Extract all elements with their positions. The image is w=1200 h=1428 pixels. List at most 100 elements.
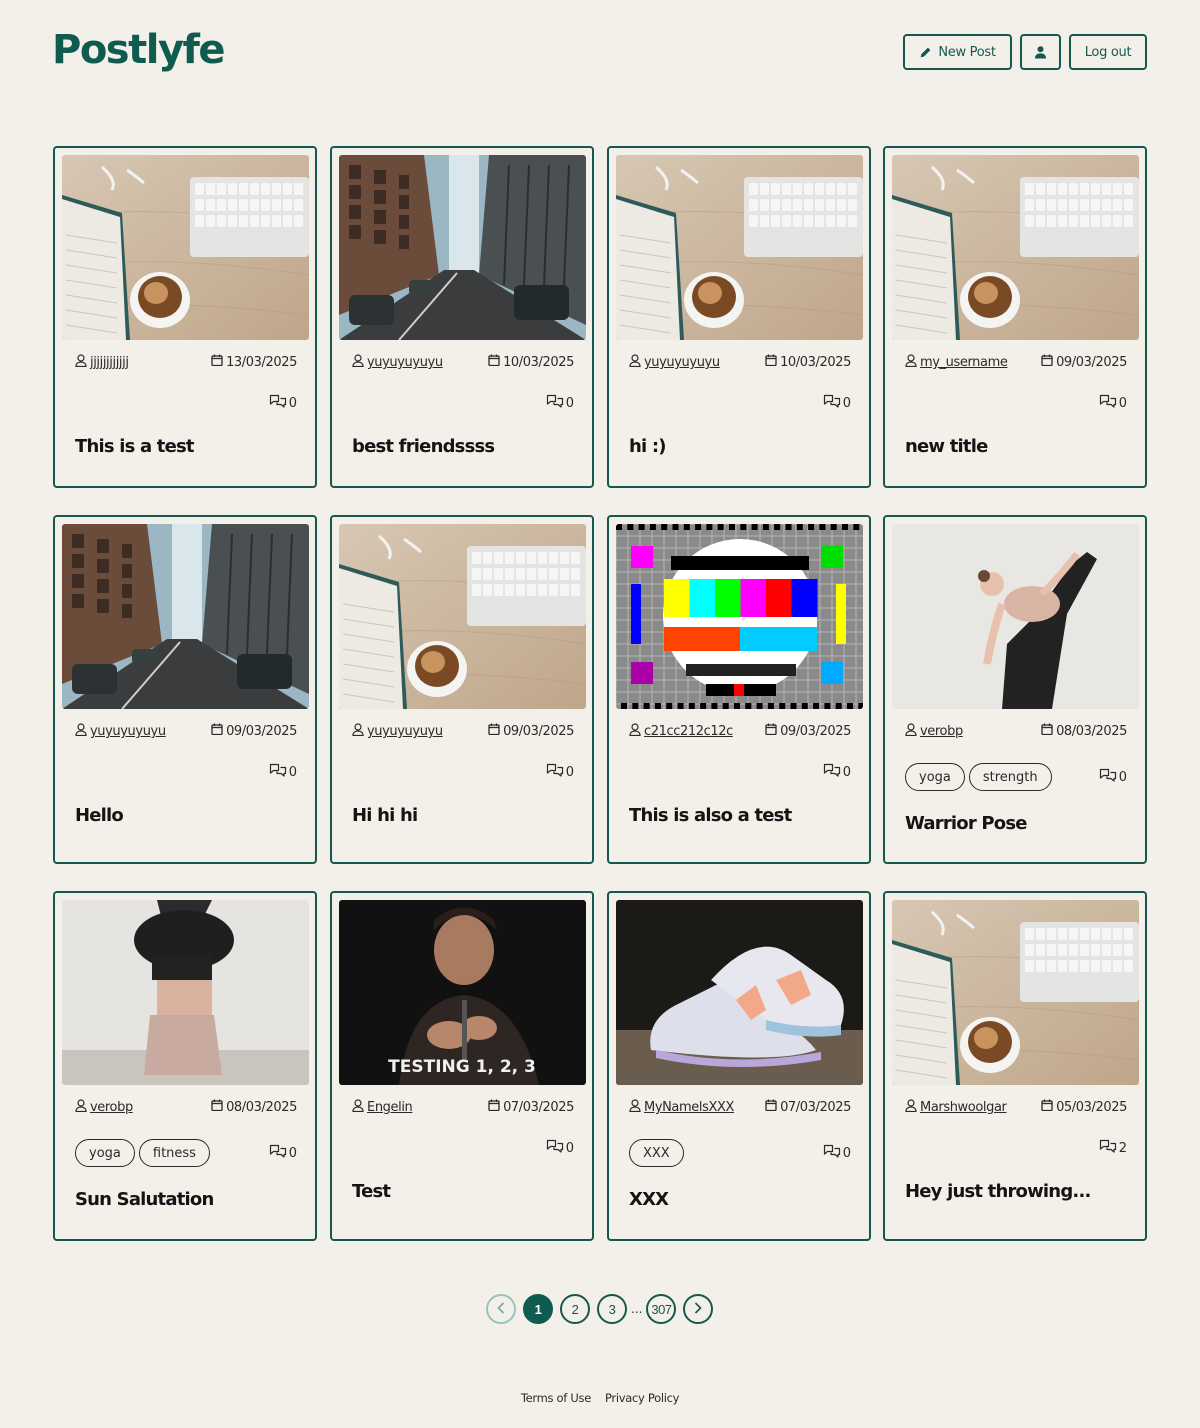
post-card[interactable]: my_username 09/03/2025 0 new title [883,146,1147,488]
post-author[interactable]: yuyuyuyuyu [75,723,166,740]
tag-chip[interactable]: fitness [138,1139,210,1167]
post-title[interactable]: Hey just throwing... [905,1181,1091,1202]
post-card[interactable]: MyNamelsXXX 07/03/2025 XXX 0 XXX [607,891,871,1241]
post-image[interactable] [616,900,863,1085]
post-card[interactable]: verobp 08/03/2025 yoga fitness 0 Sun Salu… [53,891,317,1241]
post-image[interactable] [62,900,309,1085]
post-title[interactable]: new title [905,436,988,457]
next-page-button[interactable] [683,1294,714,1324]
comment-count-text: 2 [1118,1140,1127,1156]
post-author[interactable]: verobp [905,723,963,740]
post-title[interactable]: This is also a test [629,805,792,826]
logout-button[interactable]: Log out [1069,34,1147,70]
post-image[interactable]: TESTING 1, 2, 3 [339,900,586,1085]
page-button[interactable]: 2 [560,1294,590,1324]
new-post-button[interactable]: New Post [903,34,1012,70]
post-meta: Marshwoolgar 05/03/2025 [905,1099,1127,1117]
user-icon [352,354,364,371]
post-image[interactable] [616,155,863,340]
post-title[interactable]: Hello [75,805,124,826]
post-tags-row: 2 [905,1139,1127,1167]
author-name[interactable]: verobp [90,1100,133,1115]
page-button[interactable]: 1 [523,1294,553,1324]
post-tags-row: 0 [352,763,574,791]
tag-chip[interactable]: strength [968,763,1052,791]
post-author[interactable]: jjjjjjjjjjjj [75,354,129,371]
author-name[interactable]: Engelin [367,1100,413,1115]
post-author[interactable]: Engelin [352,1099,413,1116]
post-image[interactable] [62,524,309,709]
author-name[interactable]: MyNamelsXXX [644,1100,734,1115]
tag-chip[interactable]: yoga [905,763,965,791]
author-name[interactable]: my_username [920,355,1008,370]
post-author[interactable]: verobp [75,1099,133,1116]
post-author[interactable]: MyNamelsXXX [629,1099,734,1116]
post-card[interactable]: Marshwoolgar 05/03/2025 2 Hey just throw… [883,891,1147,1241]
author-name[interactable]: yuyuyuyuyu [367,355,443,370]
post-title[interactable]: hi :) [629,436,666,457]
post-tags-row: 0 [629,763,851,791]
tag-list: XXX [629,1139,684,1167]
post-card[interactable]: yuyuyuyuyu 09/03/2025 0 Hello [53,515,317,864]
post-tags-row: 0 [352,1139,574,1167]
post-title[interactable]: best friendssss [352,436,495,457]
post-title[interactable]: Warrior Pose [905,813,1027,834]
post-title[interactable]: Test [352,1181,391,1202]
post-image[interactable] [892,900,1139,1085]
comment-count: 0 [269,763,297,781]
author-name[interactable]: yuyuyuyuyu [367,724,443,739]
tag-chip[interactable]: XXX [629,1139,684,1167]
post-author[interactable]: yuyuyuyuyu [352,723,443,740]
post-author[interactable]: my_username [905,354,1008,371]
post-card[interactable]: jjjjjjjjjjjj 13/03/2025 0 This is a test [53,146,317,488]
post-image[interactable] [62,155,309,340]
post-image[interactable] [892,524,1139,709]
comment-count-text: 0 [288,395,297,411]
post-image[interactable] [339,524,586,709]
post-author[interactable]: yuyuyuyuyu [352,354,443,371]
user-icon [905,354,917,371]
post-author[interactable]: Marshwoolgar [905,1099,1007,1116]
post-title[interactable]: Sun Salutation [75,1189,214,1210]
post-title[interactable]: This is a test [75,436,195,457]
post-title[interactable]: Hi hi hi [352,805,418,826]
post-author[interactable]: yuyuyuyuyu [629,354,720,371]
post-card[interactable]: yuyuyuyuyu 10/03/2025 0 hi :) [607,146,871,488]
post-card[interactable]: c21cc212c12c 09/03/2025 0 This is also a… [607,515,871,864]
privacy-link[interactable]: Privacy Policy [605,1391,679,1405]
site-logo[interactable]: Postlyfe [52,26,226,74]
post-card[interactable]: yuyuyuyuyu 10/03/2025 0 best friendssss [330,146,594,488]
author-name[interactable]: Marshwoolgar [920,1100,1007,1115]
author-name[interactable]: yuyuyuyuyu [644,355,720,370]
comments-icon [1099,394,1117,412]
pagination-ellipsis: ... [631,1302,643,1316]
date-text: 09/03/2025 [226,723,297,739]
post-card[interactable]: verobp 08/03/2025 yoga strength 0 Warrior… [883,515,1147,864]
comment-count: 0 [823,394,851,412]
post-tags-row: 0 [75,763,297,791]
tag-chip[interactable]: yoga [75,1139,135,1167]
pagination: 1 2 3... 307 [486,1294,714,1324]
author-name[interactable]: verobp [920,724,963,739]
post-title[interactable]: XXX [629,1189,669,1210]
post-image[interactable] [339,155,586,340]
last-page-button[interactable]: 307 [646,1294,677,1324]
terms-link[interactable]: Terms of Use [521,1391,591,1405]
profile-button[interactable] [1020,34,1061,70]
author-name[interactable]: yuyuyuyuyu [90,724,166,739]
pencil-icon [919,46,932,59]
prev-page-button[interactable] [486,1294,516,1324]
comment-count: 0 [546,394,574,412]
author-name[interactable]: jjjjjjjjjjjj [90,355,129,370]
post-card[interactable]: TESTING 1, 2, 3 Engelin 07/03/2025 0 Tes… [330,891,594,1241]
comment-count: 0 [1099,768,1127,786]
post-image[interactable] [616,524,863,709]
author-name[interactable]: c21cc212c12c [644,724,733,739]
post-author[interactable]: c21cc212c12c [629,723,733,740]
comment-count-text: 0 [565,764,574,780]
post-image[interactable] [892,155,1139,340]
image-caption-text: TESTING 1, 2, 3 [388,1057,536,1077]
post-card[interactable]: yuyuyuyuyu 09/03/2025 0 Hi hi hi [330,515,594,864]
page-button[interactable]: 3 [597,1294,627,1324]
calendar-icon [211,723,223,739]
